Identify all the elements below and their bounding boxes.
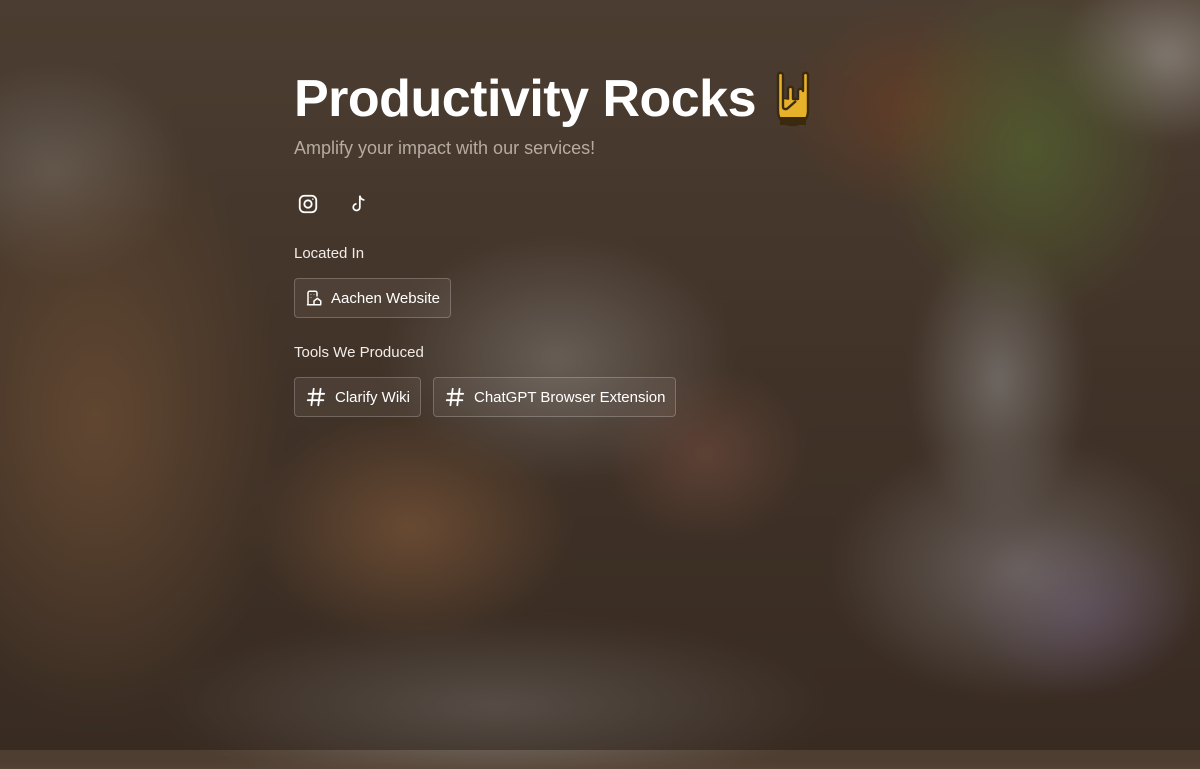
hashtag-icon [305,386,327,408]
title-row: Productivity Rocks [294,64,914,134]
tiktok-link[interactable] [344,190,372,218]
instagram-icon [298,194,318,214]
tools-label: Tools We Produced [294,344,424,361]
page-subtitle: Amplify your impact with our services! [294,138,596,158]
chatgpt-browser-extension-link[interactable]: ChatGPT Browser Extension [433,377,677,417]
tools-section: Tools We Produced Clarify Wiki ChatGPT B… [294,343,914,417]
located-chips: Aachen Website [294,278,914,318]
clarify-wiki-link[interactable]: Clarify Wiki [294,377,421,417]
located-label: Located In [294,245,365,262]
profile-content: Productivity Rocks Amplify your impact w… [294,64,914,417]
tiktok-icon [352,195,365,212]
chip-label: Aachen Website [331,289,440,307]
social-links [294,190,914,218]
tools-chips: Clarify Wiki ChatGPT Browser Extension [294,377,914,417]
chip-label: Clarify Wiki [335,388,410,406]
chip-label: ChatGPT Browser Extension [474,388,666,406]
sign-of-the-horns-emoji-icon [776,71,810,127]
aachen-website-link[interactable]: Aachen Website [294,278,451,318]
located-section: Located In Aachen Website [294,244,914,318]
building-icon [305,289,323,307]
page-title: Productivity Rocks [294,70,757,128]
hashtag-icon [444,386,466,408]
instagram-link[interactable] [294,190,322,218]
